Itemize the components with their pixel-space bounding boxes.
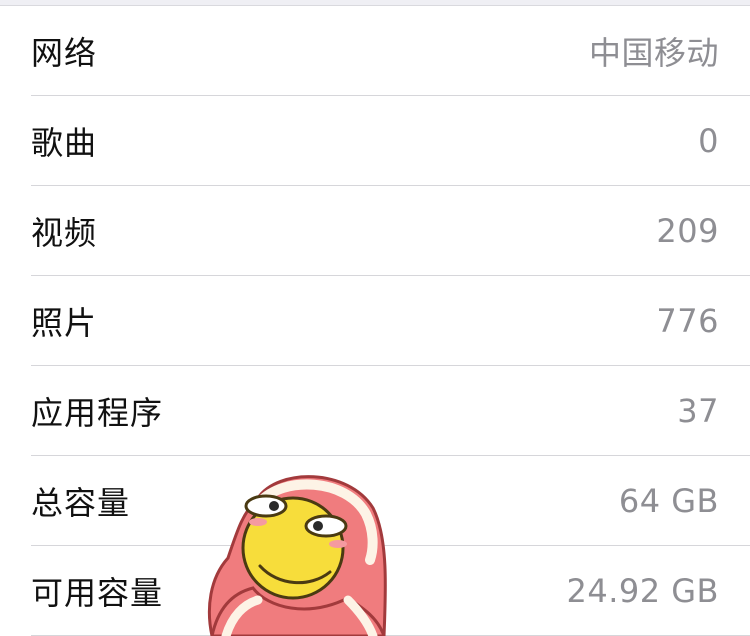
- network-row[interactable]: 网络 中国移动: [0, 6, 750, 96]
- row-value: 209: [656, 212, 719, 250]
- row-value: 中国移动: [588, 34, 719, 72]
- songs-row: 歌曲 0: [0, 96, 750, 186]
- row-value: 0: [698, 122, 719, 160]
- photos-row: 照片 776: [0, 276, 750, 366]
- row-value: 64 GB: [618, 482, 719, 520]
- row-label: 歌曲: [31, 124, 98, 162]
- available-row: 可用容量 24.92 GB: [0, 546, 750, 636]
- row-value: 37: [677, 392, 719, 430]
- about-info-list: 网络 中国移动 歌曲 0 视频 209 照片 776 应用程序 37 总容量 6…: [0, 6, 750, 636]
- row-label: 视频: [31, 214, 98, 252]
- row-label: 可用容量: [31, 574, 164, 612]
- row-label: 网络: [31, 34, 98, 72]
- about-screen: 网络 中国移动 歌曲 0 视频 209 照片 776 应用程序 37 总容量 6…: [0, 0, 750, 636]
- videos-row: 视频 209: [0, 186, 750, 276]
- capacity-row: 总容量 64 GB: [0, 456, 750, 546]
- applications-row: 应用程序 37: [0, 366, 750, 456]
- row-label: 照片: [31, 304, 98, 342]
- row-value: 24.92 GB: [566, 572, 719, 610]
- row-label: 应用程序: [31, 394, 164, 432]
- row-label: 总容量: [31, 484, 131, 522]
- row-value: 776: [656, 302, 719, 340]
